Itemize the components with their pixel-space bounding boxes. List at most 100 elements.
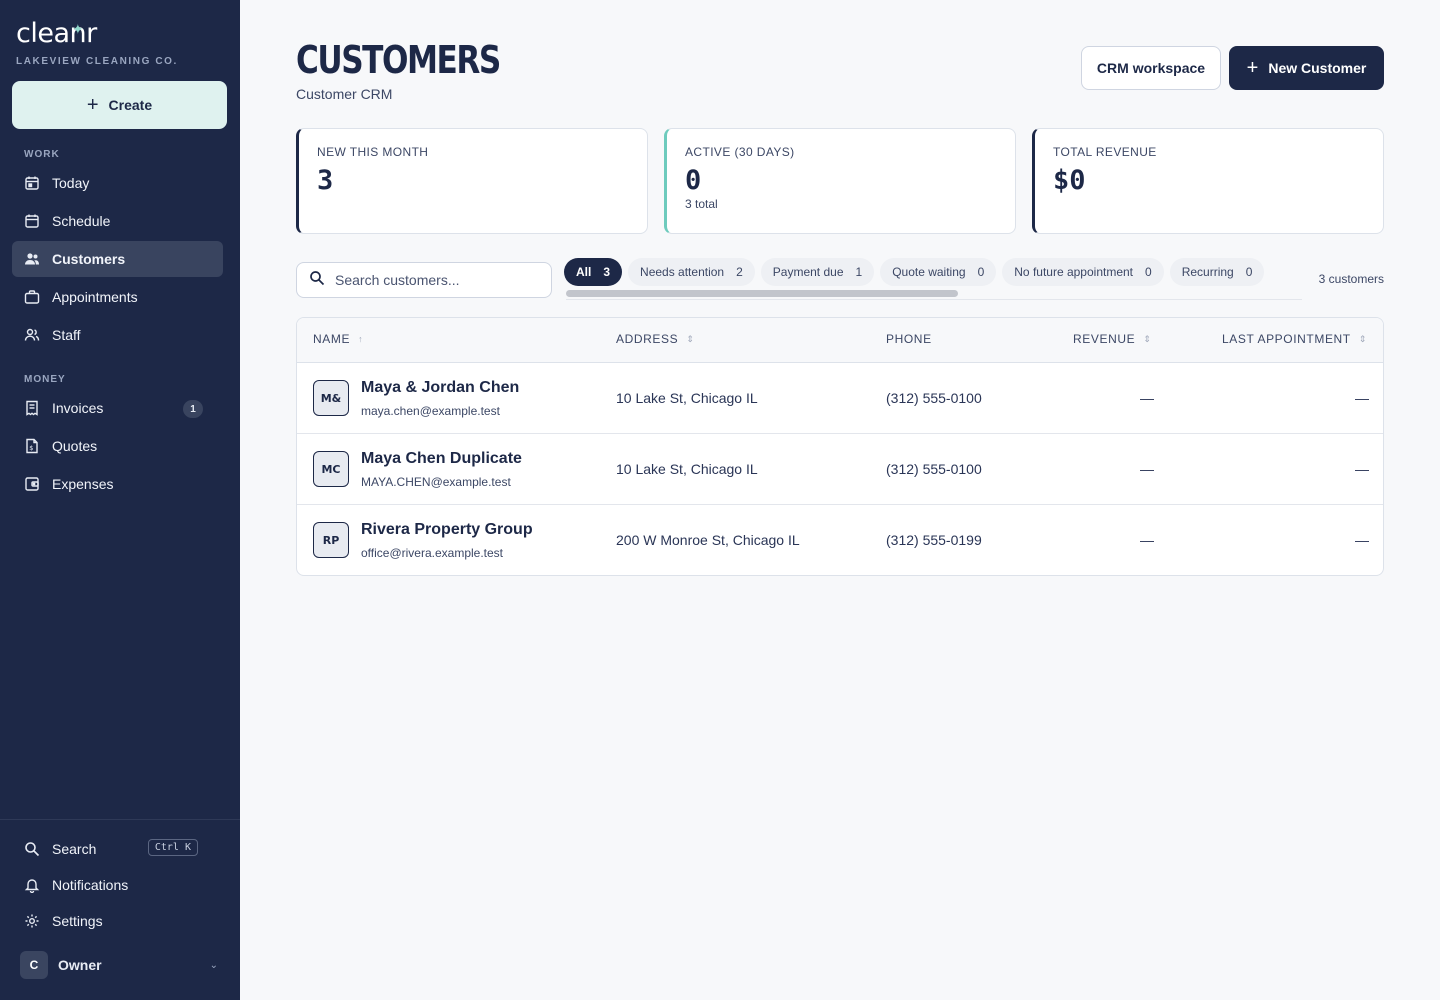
search-box	[296, 262, 552, 298]
chip-label: Needs attention	[640, 265, 725, 279]
column-label: ADDRESS	[616, 332, 679, 346]
customer-name[interactable]: Maya Chen Duplicate	[361, 450, 522, 468]
sidebar-item-label: Invoices	[52, 400, 104, 416]
sidebar-item-label: Search	[52, 841, 97, 857]
gear-icon	[24, 913, 40, 929]
horizontal-scrollbar[interactable]	[566, 290, 1302, 300]
stat-label: ACTIVE (30 DAYS)	[685, 145, 795, 159]
sidebar-item-appointments[interactable]: Appointments	[12, 279, 223, 315]
sparkle-icon: ✦	[72, 22, 84, 38]
chip-label: Quote waiting	[892, 265, 966, 279]
sidebar-item-expenses[interactable]: Expenses	[12, 466, 223, 502]
scrollbar-thumb[interactable]	[566, 290, 958, 297]
brand: cleanr ✦ LAKEVIEW CLEANING CO.	[16, 16, 178, 67]
invoices-count-badge: 1	[183, 400, 203, 418]
sort-ascending-icon: ↑	[358, 334, 364, 344]
sidebar-item-label: Notifications	[52, 877, 129, 893]
sidebar-divider	[0, 819, 240, 820]
account-menu[interactable]: C Owner ⌄	[20, 951, 220, 979]
stat-value: $0	[1053, 165, 1086, 196]
filter-chip-recurring[interactable]: Recurring 0	[1169, 258, 1265, 286]
customer-address: 200 W Monroe St, Chicago IL	[616, 532, 800, 548]
filter-chip-quote-waiting[interactable]: Quote waiting 0	[880, 258, 997, 286]
table-row[interactable]: MC Maya Chen Duplicate MAYA.CHEN@example…	[297, 434, 1383, 505]
filter-chip-payment-due[interactable]: Payment due 1	[760, 258, 875, 286]
customers-table: NAME ↑ ADDRESS ⇕ PHONE REVENUE ⇕ LAST APPOI…	[296, 317, 1384, 576]
sort-icon: ⇕	[1358, 333, 1367, 344]
create-label: Create	[108, 97, 153, 113]
search-icon	[309, 270, 325, 291]
sidebar-item-label: Settings	[52, 913, 103, 929]
customer-name[interactable]: Rivera Property Group	[361, 521, 533, 539]
sidebar-item-today[interactable]: Today	[12, 165, 223, 201]
chip-count: 0	[1145, 265, 1152, 279]
column-header-revenue[interactable]: REVENUE ⇕	[1073, 332, 1151, 346]
customer-last-appointment: —	[1355, 461, 1369, 477]
customer-last-appointment: —	[1355, 390, 1369, 406]
avatar: C	[20, 951, 48, 979]
chip-count: 0	[977, 265, 985, 279]
stat-label: TOTAL REVENUE	[1053, 145, 1157, 159]
sidebar-item-search[interactable]: Search Ctrl K	[12, 831, 223, 867]
quote-icon: $	[24, 438, 40, 454]
column-label: REVENUE	[1073, 332, 1136, 346]
chip-count: 0	[1245, 265, 1253, 279]
sidebar-item-label: Expenses	[52, 476, 114, 492]
customer-count: 3 customers	[1318, 272, 1384, 286]
customer-email: office@rivera.example.test	[361, 546, 504, 560]
column-label: PHONE	[886, 332, 932, 346]
column-header-phone: PHONE	[886, 332, 932, 346]
customer-avatar: M&	[313, 380, 349, 416]
sidebar-item-quotes[interactable]: $ Quotes	[12, 428, 223, 464]
column-header-last-appointment[interactable]: LAST APPOINTMENT ⇕	[1222, 332, 1367, 346]
stat-value: 3	[317, 165, 334, 196]
calendar-today-icon	[24, 175, 40, 191]
crm-workspace-button[interactable]: CRM workspace	[1081, 46, 1221, 90]
customer-name[interactable]: Maya & Jordan Chen	[361, 379, 519, 397]
wallet-icon	[24, 476, 40, 492]
plus-icon: +	[86, 94, 99, 116]
staff-icon	[24, 327, 40, 343]
sidebar-item-staff[interactable]: Staff	[12, 317, 223, 353]
logo-text: cleanr	[16, 18, 97, 49]
sidebar-item-label: Quotes	[52, 438, 98, 454]
filter-chip-needs-attention[interactable]: Needs attention 2	[628, 258, 755, 286]
search-input[interactable]	[335, 272, 535, 288]
plus-icon: +	[1246, 57, 1259, 79]
new-customer-button[interactable]: + New Customer	[1229, 46, 1384, 90]
filter-chip-no-future-appointment[interactable]: No future appointment 0	[1002, 258, 1164, 286]
column-header-name[interactable]: NAME ↑	[313, 332, 363, 346]
new-customer-label: New Customer	[1268, 60, 1367, 76]
customer-phone: (312) 555-0199	[886, 532, 982, 548]
stat-card-active: ACTIVE (30 DAYS) 0 3 total	[664, 128, 1016, 234]
svg-text:$: $	[29, 444, 33, 452]
sidebar-item-schedule[interactable]: Schedule	[12, 203, 223, 239]
sort-icon: ⇕	[686, 333, 695, 344]
chip-count: 1	[855, 265, 863, 279]
table-row[interactable]: M& Maya & Jordan Chen maya.chen@example.…	[297, 363, 1383, 434]
sidebar-item-customers[interactable]: Customers	[12, 241, 223, 277]
stat-card-new-this-month: NEW THIS MONTH 3	[296, 128, 648, 234]
customer-revenue: —	[1140, 390, 1154, 406]
sidebar-item-settings[interactable]: Settings	[12, 903, 223, 939]
customer-phone: (312) 555-0100	[886, 390, 982, 406]
stat-value: 0	[685, 165, 702, 196]
customer-email: MAYA.CHEN@example.test	[361, 475, 511, 489]
chip-label: Recurring	[1181, 265, 1234, 279]
logo[interactable]: cleanr ✦	[16, 16, 178, 52]
customer-address: 10 Lake St, Chicago IL	[616, 461, 758, 477]
table-row[interactable]: RP Rivera Property Group office@rivera.e…	[297, 505, 1383, 575]
invoice-icon	[24, 400, 40, 416]
sidebar-item-invoices[interactable]: Invoices 1	[12, 390, 223, 426]
chip-count: 2	[736, 265, 743, 279]
section-label-money: MONEY	[24, 374, 66, 385]
chip-label: All	[576, 265, 592, 279]
customer-email: maya.chen@example.test	[361, 404, 500, 418]
customer-avatar: MC	[313, 451, 349, 487]
create-button[interactable]: + Create	[12, 81, 227, 129]
sidebar-item-notifications[interactable]: Notifications	[12, 867, 223, 903]
calendar-icon	[24, 213, 40, 229]
sidebar: cleanr ✦ LAKEVIEW CLEANING CO. + Create W…	[0, 0, 240, 1000]
column-header-address[interactable]: ADDRESS ⇕	[616, 332, 694, 346]
filter-chip-all[interactable]: All 3	[564, 258, 623, 286]
